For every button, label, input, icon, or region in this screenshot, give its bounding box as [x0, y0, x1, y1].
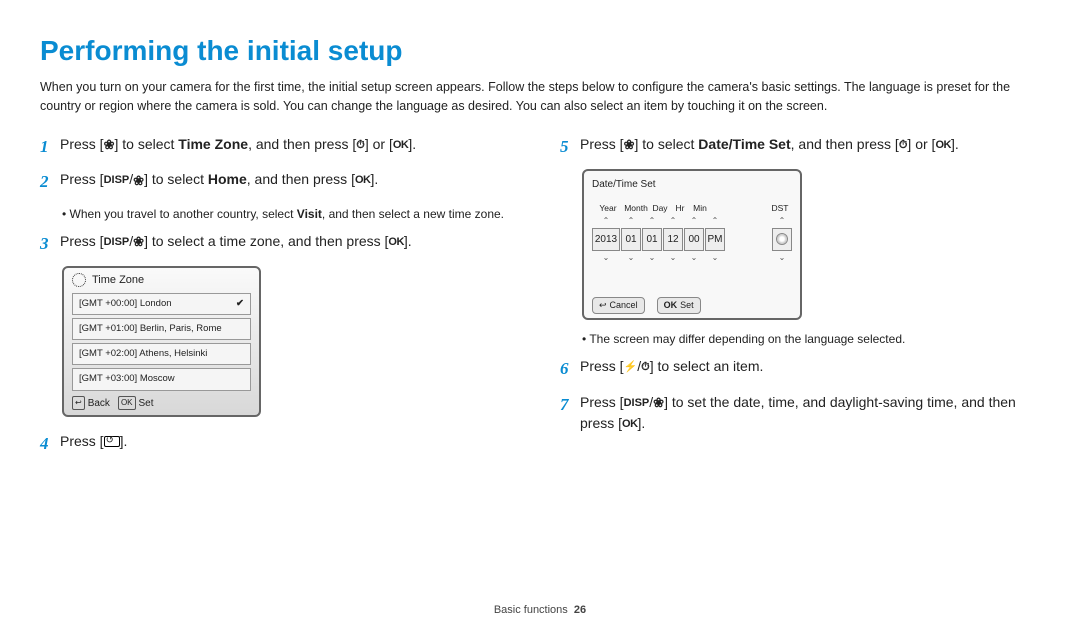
step-2: 2 Press [DISP/❀] to select Home, and the… — [40, 169, 520, 195]
step-6: 6 Press [⚡/⏱] to select an item. — [560, 356, 1040, 382]
ok-icon: OK — [355, 172, 371, 189]
tz-item-2[interactable]: [GMT +02:00] Athens, Helsinki — [72, 343, 251, 365]
step-5: 5 Press [❀] to select Date/Time Set, and… — [560, 134, 1040, 160]
dt-dst[interactable] — [772, 228, 792, 251]
dt-ampm[interactable]: PM — [705, 228, 725, 251]
disp-icon: DISP — [104, 172, 130, 189]
step-2-note: When you travel to another country, sele… — [62, 205, 520, 223]
disp-icon: DISP — [624, 395, 650, 412]
disp-icon: DISP — [104, 234, 130, 251]
page-title: Performing the initial setup — [40, 30, 1040, 72]
dt-hour[interactable]: 12 — [663, 228, 683, 251]
dt-set-button[interactable]: OKSet — [657, 297, 701, 315]
ok-icon: OK — [935, 137, 951, 154]
back-icon: ↩ — [599, 299, 607, 313]
macro-icon: ❀ — [133, 171, 144, 191]
tz-item-3[interactable]: [GMT +03:00] Moscow — [72, 368, 251, 390]
page-footer: Basic functions 26 — [0, 602, 1080, 619]
timezone-screen: Time Zone [GMT +00:00] London✔ [GMT +01:… — [62, 266, 261, 417]
back-icon — [104, 436, 120, 447]
dt-month[interactable]: 01 — [621, 228, 641, 251]
ok-icon: OK — [622, 416, 638, 433]
macro-icon: ❀ — [624, 135, 635, 155]
globe-icon — [72, 273, 86, 287]
ok-icon: OK — [388, 234, 404, 251]
dt-min[interactable]: 00 — [684, 228, 704, 251]
macro-icon: ❀ — [133, 232, 144, 252]
check-icon: ✔ — [236, 297, 244, 311]
intro-text: When you turn on your camera for the fir… — [40, 78, 1040, 116]
step-4: 4 Press []. — [40, 431, 520, 457]
step-1: 1 Press [❀] to select Time Zone, and the… — [40, 134, 520, 160]
tz-item-1[interactable]: [GMT +01:00] Berlin, Paris, Rome — [72, 318, 251, 340]
flash-icon: ⚡ — [624, 359, 638, 376]
tz-set-button[interactable]: OKSet — [118, 396, 154, 411]
step-5-note: The screen may differ depending on the l… — [582, 330, 1040, 348]
ok-icon: OK — [118, 396, 136, 410]
step-3: 3 Press [DISP/❀] to select a time zone, … — [40, 231, 520, 257]
dt-cancel-button[interactable]: ↩Cancel — [592, 297, 645, 315]
macro-icon: ❀ — [653, 393, 664, 413]
tz-back-button[interactable]: ↩Back — [72, 396, 110, 411]
timer-icon: ⏱ — [356, 137, 365, 154]
ok-icon: OK — [393, 137, 409, 154]
timer-icon: ⏱ — [641, 359, 650, 376]
datetime-screen: Date/Time Set Year Month Day Hr Min DST … — [582, 169, 802, 320]
tz-item-0[interactable]: [GMT +00:00] London✔ — [72, 293, 251, 315]
dt-year[interactable]: 2013 — [592, 228, 620, 251]
back-icon: ↩ — [72, 396, 85, 410]
macro-icon: ❀ — [104, 135, 115, 155]
dt-title: Date/Time Set — [592, 177, 792, 192]
dt-day[interactable]: 01 — [642, 228, 662, 251]
step-7: 7 Press [DISP/❀] to set the date, time, … — [560, 392, 1040, 434]
tz-title: Time Zone — [92, 272, 144, 289]
sun-icon — [777, 234, 787, 244]
ok-icon: OK — [664, 299, 678, 313]
